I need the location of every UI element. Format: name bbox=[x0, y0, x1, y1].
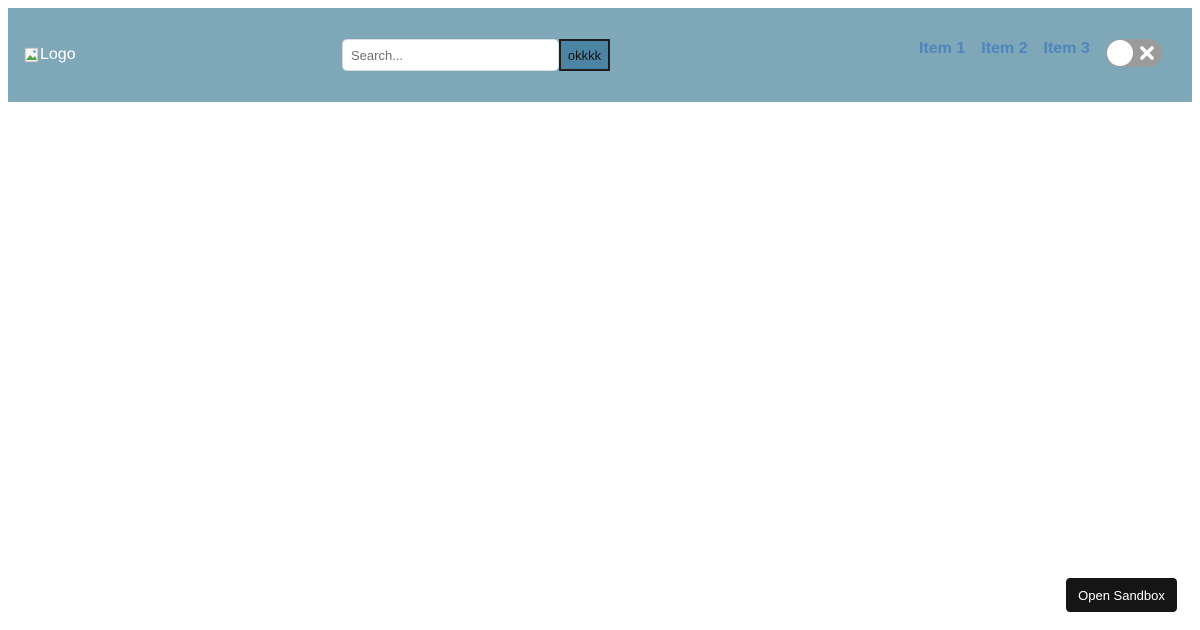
nav-menu: Item 1 Item 2 Item 3 bbox=[919, 39, 1090, 59]
page: Logo okkkk Item 1 Item 2 Item 3 Open San… bbox=[0, 0, 1200, 630]
search-button[interactable]: okkkk bbox=[559, 39, 610, 71]
search-bar: okkkk bbox=[342, 39, 610, 71]
search-input[interactable] bbox=[342, 39, 559, 71]
broken-image-icon bbox=[24, 47, 39, 63]
nav-item-2[interactable]: Item 2 bbox=[981, 39, 1027, 59]
open-sandbox-button[interactable]: Open Sandbox bbox=[1066, 578, 1177, 612]
logo-alt-text: Logo bbox=[40, 46, 76, 63]
nav-item-3[interactable]: Item 3 bbox=[1044, 39, 1090, 59]
navbar: Logo okkkk Item 1 Item 2 Item 3 bbox=[8, 8, 1192, 102]
logo[interactable]: Logo bbox=[24, 46, 76, 64]
toggle-knob bbox=[1107, 40, 1133, 66]
close-icon bbox=[1140, 46, 1154, 60]
nav-item-1[interactable]: Item 1 bbox=[919, 39, 965, 59]
toggle-switch[interactable] bbox=[1106, 39, 1162, 67]
